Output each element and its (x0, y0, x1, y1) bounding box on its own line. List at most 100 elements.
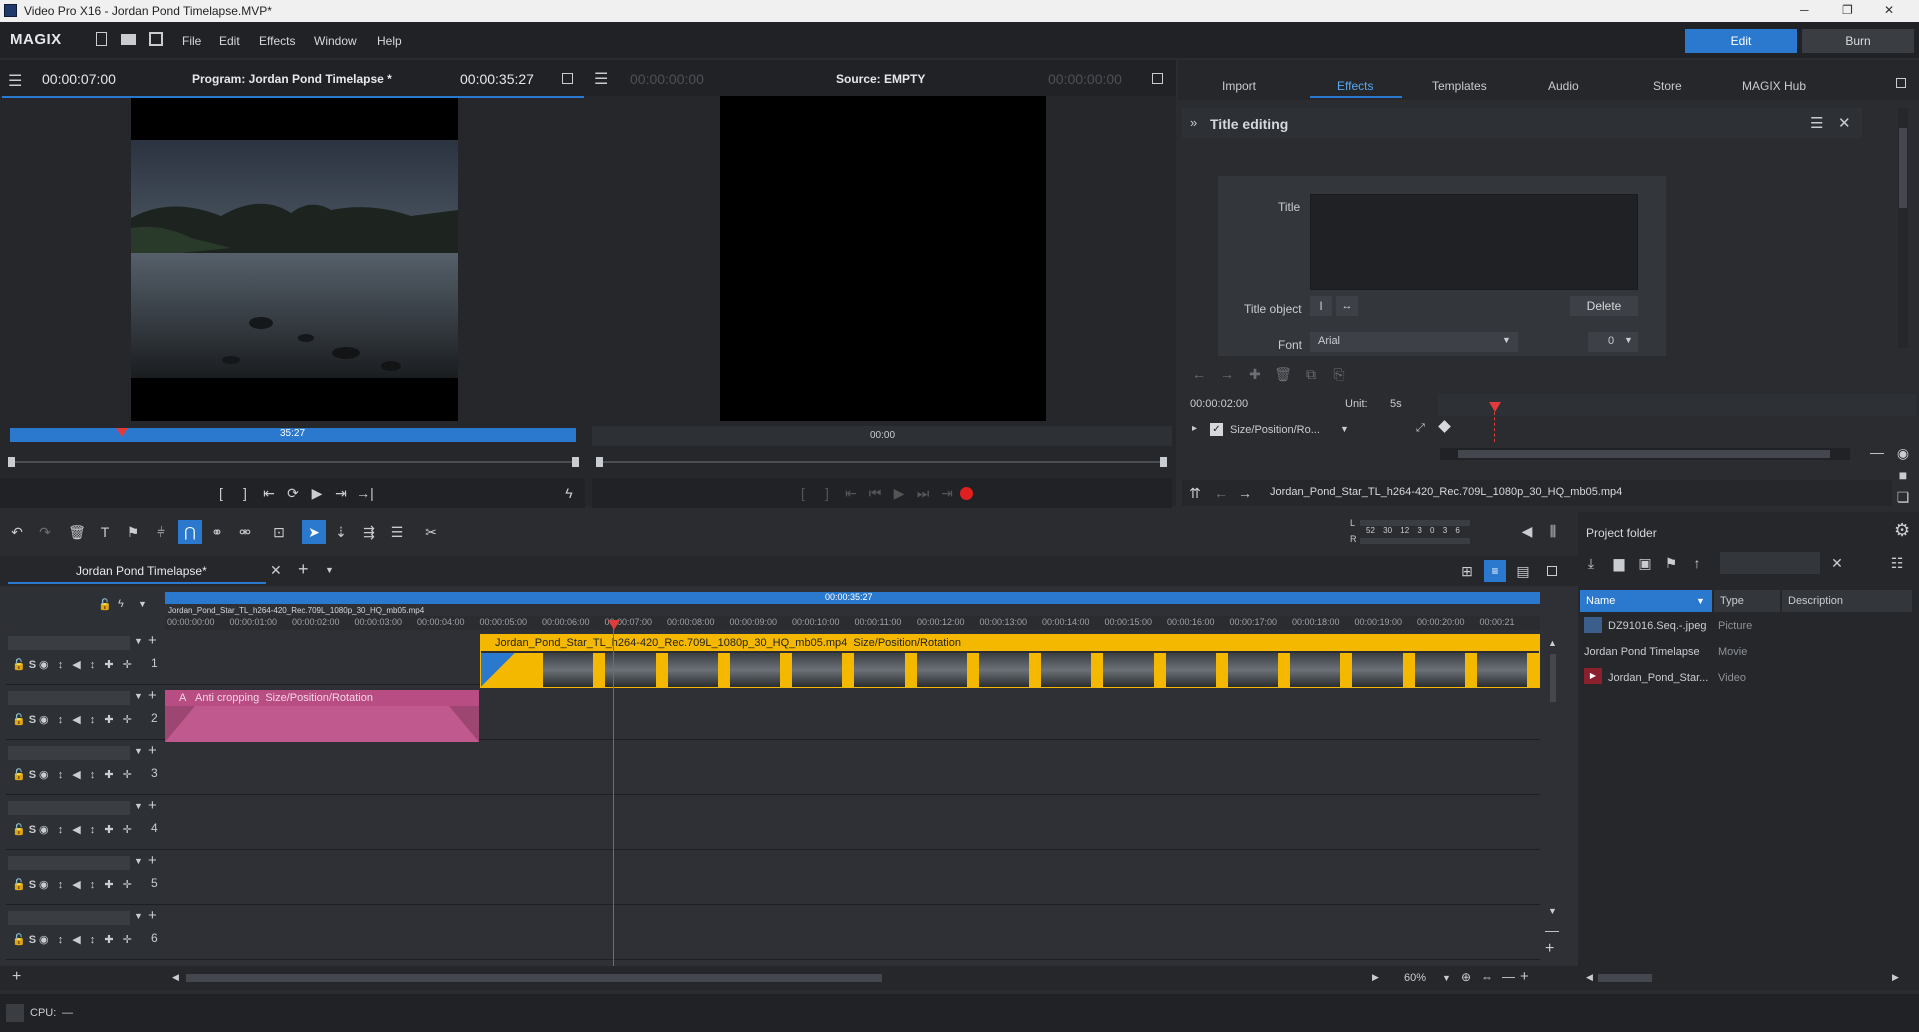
track-dropdown-icon[interactable]: ▼ (134, 856, 143, 866)
close-tab-icon[interactable]: ✕ (270, 562, 282, 579)
track-add-icon[interactable]: + (148, 852, 157, 869)
program-zoom-bar[interactable] (10, 461, 576, 463)
pool-scroll-thumb[interactable] (1899, 128, 1907, 208)
solo-label[interactable]: S (29, 824, 39, 836)
kf-h-scrollbar[interactable] (1440, 448, 1850, 460)
pointer-mode-icon[interactable]: ➤ (302, 520, 326, 544)
hamburger-menu-icon[interactable]: ☰ (8, 71, 22, 91)
menu-help[interactable]: Help (377, 34, 402, 48)
delete-icon[interactable]: 🗑 (68, 523, 86, 541)
add-kf-icon[interactable]: ✚ (1246, 365, 1264, 383)
solo-label[interactable]: S (29, 769, 39, 781)
volume-icon[interactable]: ◀ (1518, 522, 1536, 540)
storyboard-view-icon[interactable]: ▤ (1514, 562, 1532, 580)
kf-playhead-marker[interactable] (1489, 402, 1501, 412)
source-play-icon[interactable]: ▶ (890, 484, 908, 502)
overwrite-mode-icon[interactable]: ☰ (388, 523, 406, 541)
track-height-plus-icon[interactable]: + (1545, 940, 1554, 958)
open-folder-icon[interactable] (121, 34, 136, 45)
solo-label[interactable]: S (29, 934, 39, 946)
solo-label[interactable]: S (29, 714, 39, 726)
burn-mode-button[interactable]: Burn (1802, 29, 1914, 53)
pf-scroll-left-icon[interactable]: ◀ (1586, 972, 1593, 983)
text-width-icon[interactable]: ↔ (1336, 296, 1358, 316)
track-dropdown-icon[interactable]: ▼ (134, 746, 143, 756)
track-name-field[interactable] (8, 911, 130, 925)
play-icon[interactable]: ▶ (308, 484, 326, 502)
camera-icon[interactable]: ◉ (1894, 444, 1912, 462)
menu-effects[interactable]: Effects (259, 34, 295, 48)
pf-col-description[interactable]: Description (1782, 590, 1912, 612)
next-marker-icon[interactable]: ⇥ (332, 484, 350, 502)
pf-folder-icon[interactable]: ▆ (1610, 554, 1628, 572)
lock-all-icon[interactable]: 🔓 (98, 598, 112, 611)
pf-item-0-name[interactable]: DZ91016.Seq.-.jpeg (1608, 620, 1706, 632)
tab-magix-hub[interactable]: MAGIX Hub (1742, 79, 1806, 93)
delete-title-button[interactable]: Delete (1570, 296, 1638, 316)
edit-mode-button[interactable]: Edit (1685, 29, 1797, 53)
expand-effect-icon[interactable]: ▸ (1192, 423, 1197, 434)
track-dropdown-icon[interactable]: ▼ (134, 801, 143, 811)
timeline-maximize-icon[interactable] (1547, 566, 1557, 576)
pf-list-view-icon[interactable]: ☷ (1888, 554, 1906, 572)
pf-item-1-name[interactable]: Jordan Pond Timelapse (1584, 646, 1700, 658)
add-tab-icon[interactable]: + (298, 559, 309, 580)
video-camera-icon[interactable]: ■ (1894, 466, 1912, 484)
minimize-icon[interactable]: ─ (1800, 3, 1809, 17)
header-dropdown-icon[interactable]: ▼ (138, 599, 147, 609)
track-name-field[interactable] (8, 856, 130, 870)
program-playhead-marker[interactable] (116, 428, 128, 437)
zoom-handle-right[interactable] (572, 457, 579, 467)
link-icon[interactable]: ⚭ (208, 523, 226, 541)
zoom-in-icon[interactable]: + (1520, 968, 1529, 985)
pf-item-2-name[interactable]: Jordan_Pond_Star... (1608, 672, 1708, 684)
status-grid-icon[interactable] (6, 1004, 24, 1022)
program-scrub-bar[interactable]: 35:27 (10, 428, 576, 442)
timeline-view-icon[interactable]: ≡ (1484, 560, 1506, 582)
mark-in-icon[interactable]: [ (212, 484, 230, 502)
loop-icon[interactable]: ⟳ (284, 484, 302, 502)
track-controls[interactable]: 🔓S◉ ↕ ◀ ↕ ✚ ✛ (12, 658, 135, 671)
source-goto-in-icon[interactable]: ⇤ (842, 484, 860, 502)
group-icon[interactable]: ⊡ (270, 523, 288, 541)
kf-scroll-thumb[interactable] (1458, 450, 1830, 458)
pf-h-scroll-thumb[interactable] (1598, 974, 1652, 982)
paste-kf-icon[interactable]: ⎘ (1330, 365, 1348, 383)
source-zoom-handle-right[interactable] (1160, 457, 1167, 467)
pf-col-type[interactable]: Type (1714, 590, 1780, 612)
pf-up-icon[interactable]: ↑ (1688, 554, 1706, 572)
title-clip-2[interactable]: A Anti cropping Size/Position/Rotation (165, 690, 479, 742)
track-add-icon[interactable]: + (148, 742, 157, 759)
mixer-icon[interactable]: ⫼ (1544, 522, 1562, 540)
track-add-icon[interactable]: + (148, 687, 157, 704)
undo-kf-icon[interactable]: ← (1190, 365, 1208, 383)
source-scrub-bar[interactable]: 00:00 (592, 426, 1172, 446)
fit-icon[interactable]: ⊕ (1461, 970, 1471, 984)
kf-zoom-out-icon[interactable]: — (1870, 444, 1884, 460)
source-next-icon[interactable]: ⏭ (914, 484, 932, 502)
goto-in-icon[interactable]: ⇤ (260, 484, 278, 502)
solo-all-icon[interactable]: ϟ (118, 598, 124, 610)
settings-gear-icon[interactable]: ⚙ (1894, 520, 1910, 541)
record-icon[interactable] (960, 487, 973, 500)
zoom-range-icon[interactable]: ⇔ (1481, 970, 1493, 984)
track-controls[interactable]: 🔓S◉ ↕ ◀ ↕ ✚ ✛ (12, 933, 135, 946)
copy-kf-icon[interactable]: ⧉ (1302, 365, 1320, 383)
pf-col-name[interactable]: Name ▼ (1580, 590, 1712, 612)
nav-back-icon[interactable]: ← (1212, 484, 1230, 502)
collapse-chevron-icon[interactable]: » (1190, 115, 1197, 130)
font-size-select[interactable]: 0 ▼ (1588, 332, 1638, 352)
source-goto-out-icon[interactable]: ⇥ (938, 484, 956, 502)
redo-kf-icon[interactable]: → (1218, 365, 1236, 383)
close-window-icon[interactable]: ✕ (1884, 3, 1894, 17)
tab-audio[interactable]: Audio (1548, 79, 1579, 93)
menu-edit[interactable]: Edit (219, 34, 240, 48)
track-name-field[interactable] (8, 746, 130, 760)
undo-icon[interactable]: ↶ (8, 523, 26, 541)
track-controls[interactable]: 🔓S◉ ↕ ◀ ↕ ✚ ✛ (12, 713, 135, 726)
layers-icon[interactable]: ❏ (1894, 488, 1912, 506)
keyframe-ruler[interactable] (1438, 394, 1916, 416)
tl-h-scroll-thumb[interactable] (186, 974, 882, 982)
tab-import[interactable]: Import (1222, 79, 1256, 93)
track-add-icon[interactable]: + (148, 797, 157, 814)
